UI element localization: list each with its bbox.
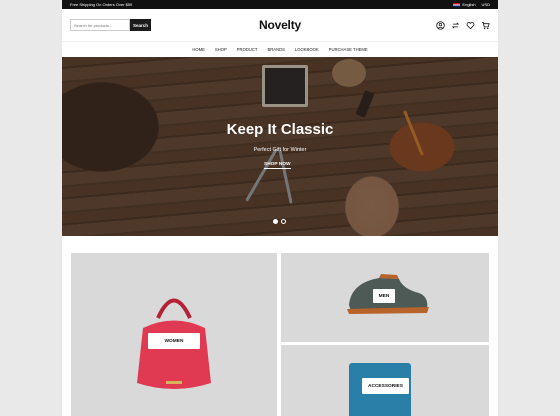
- search-form: Search: [70, 19, 151, 31]
- search-input[interactable]: [70, 19, 130, 31]
- main-navigation: HOME SHOP PRODUCT BRANDS LOOKBOOK PURCHA…: [62, 41, 498, 57]
- nav-item-product[interactable]: PRODUCT: [237, 47, 258, 52]
- category-label-women: WOMEN: [148, 333, 200, 349]
- slider-dot-1[interactable]: [273, 219, 278, 224]
- hero-subtitle: Perfect Gift for Winter: [253, 147, 307, 153]
- nav-item-home[interactable]: HOME: [192, 47, 205, 52]
- category-tile-women[interactable]: WOMEN: [71, 253, 277, 416]
- nav-item-purchase-theme[interactable]: PURCHASE THEME: [329, 47, 368, 52]
- compare-icon[interactable]: [451, 21, 460, 30]
- category-tile-men[interactable]: MEN: [281, 253, 489, 342]
- hero-title: Keep It Classic: [226, 121, 334, 138]
- nav-item-brands[interactable]: BRANDS: [267, 47, 284, 52]
- category-label-accessories: ACCESSORIES: [362, 378, 409, 394]
- account-icon[interactable]: [436, 20, 445, 30]
- nav-item-shop[interactable]: SHOP: [215, 47, 227, 52]
- hero-slider: Keep It Classic Perfect Gift for Winter …: [62, 57, 498, 236]
- language-selector[interactable]: English: [453, 2, 476, 7]
- page: Free Shipping On Orders Over $59 English…: [62, 0, 498, 416]
- search-button[interactable]: Search: [130, 19, 151, 31]
- currency-selector[interactable]: USD: [482, 2, 490, 7]
- locale-switchers: English USD: [453, 2, 490, 7]
- header-icons: [436, 20, 490, 30]
- category-tile-accessories[interactable]: ACCESSORIES: [281, 345, 489, 416]
- site-header: Search Novelty: [62, 9, 498, 41]
- language-label: English: [462, 2, 476, 7]
- slider-dot-2[interactable]: [281, 219, 286, 224]
- shop-now-link[interactable]: SHOP NOW: [264, 162, 291, 169]
- shipping-notice: Free Shipping On Orders Over $59: [70, 2, 133, 7]
- slider-pagination: [273, 219, 286, 224]
- nav-item-lookbook[interactable]: LOOKBOOK: [295, 47, 319, 52]
- wishlist-icon[interactable]: [466, 21, 475, 30]
- cart-icon[interactable]: [481, 21, 490, 30]
- category-label-men: MEN: [373, 289, 395, 303]
- uk-flag-icon: [453, 2, 461, 7]
- announcement-bar: Free Shipping On Orders Over $59 English…: [62, 0, 498, 9]
